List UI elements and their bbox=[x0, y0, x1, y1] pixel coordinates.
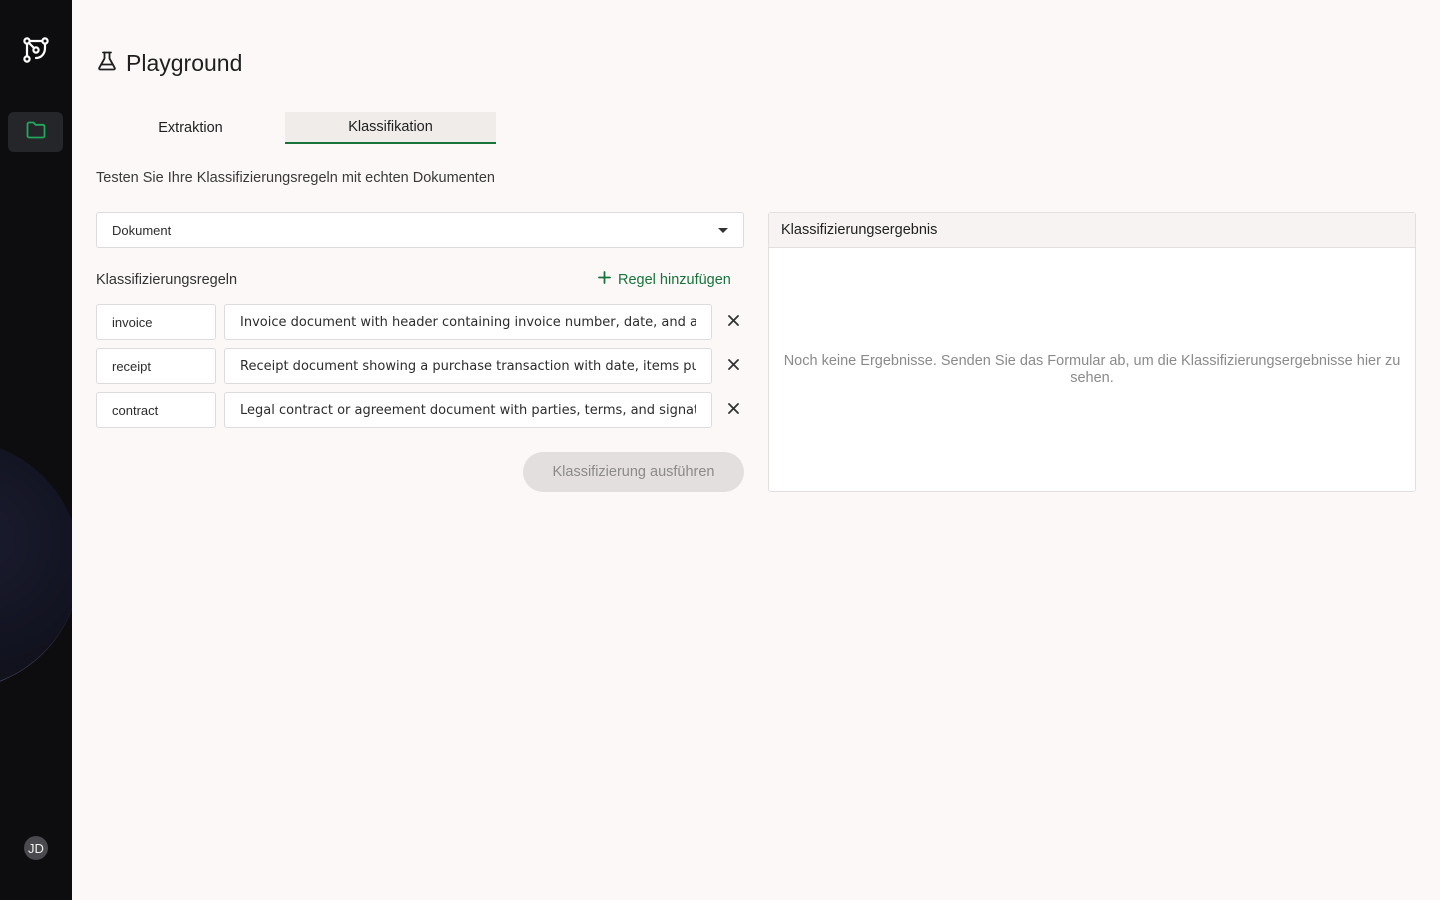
rules-label: Klassifizierungsregeln bbox=[96, 272, 238, 288]
sidebar: JD bbox=[0, 0, 72, 900]
add-rule-button[interactable]: Regel hinzufügen bbox=[598, 271, 731, 288]
remove-rule-button[interactable] bbox=[724, 357, 742, 375]
remove-rule-button[interactable] bbox=[724, 401, 742, 419]
rule-row: invoice Invoice document with header con… bbox=[96, 304, 756, 340]
close-icon bbox=[727, 401, 739, 419]
avatar[interactable]: JD bbox=[24, 836, 48, 860]
page-title: Playground bbox=[96, 50, 242, 77]
result-panel-title: Klassifizierungsergebnis bbox=[769, 213, 1415, 248]
rule-name-input[interactable]: contract bbox=[96, 392, 216, 428]
add-rule-label: Regel hinzufügen bbox=[618, 271, 731, 288]
result-panel: Klassifizierungsergebnis Noch keine Erge… bbox=[768, 212, 1416, 492]
tab-bar: Extraktion Klassifikation bbox=[96, 112, 496, 144]
rule-row: receipt Receipt document showing a purch… bbox=[96, 348, 756, 384]
rule-name-input[interactable]: invoice bbox=[96, 304, 216, 340]
folder-icon bbox=[26, 121, 46, 144]
sidebar-item-playground[interactable] bbox=[8, 112, 63, 152]
rule-row: contract Legal contract or agreement doc… bbox=[96, 392, 756, 428]
rule-description-input[interactable]: Invoice document with header containing … bbox=[224, 304, 712, 340]
flask-icon bbox=[96, 50, 118, 77]
document-select-value: Dokument bbox=[112, 222, 172, 238]
workflow-logo-icon[interactable] bbox=[22, 36, 50, 64]
rule-description-input[interactable]: Receipt document showing a purchase tran… bbox=[224, 348, 712, 384]
page-title-text: Playground bbox=[126, 50, 243, 76]
main-content: Playground Extraktion Klassifikation Tes… bbox=[72, 0, 1440, 900]
sidebar-background-glow bbox=[0, 440, 72, 690]
rule-description-text: Receipt document showing a purchase tran… bbox=[240, 358, 696, 374]
caret-down-icon bbox=[718, 227, 728, 233]
run-classification-button[interactable]: Klassifizierung ausführen bbox=[523, 452, 744, 492]
close-icon bbox=[727, 313, 739, 331]
page-subtitle: Testen Sie Ihre Klassifizierungsregeln m… bbox=[96, 170, 495, 186]
rule-description-text: Invoice document with header containing … bbox=[240, 314, 696, 330]
rule-description-text: Legal contract or agreement document wit… bbox=[240, 402, 696, 418]
close-icon bbox=[727, 357, 739, 375]
remove-rule-button[interactable] bbox=[724, 313, 742, 331]
tab-extraktion[interactable]: Extraktion bbox=[96, 112, 285, 144]
document-select[interactable]: Dokument bbox=[96, 212, 744, 248]
rule-description-input[interactable]: Legal contract or agreement document wit… bbox=[224, 392, 712, 428]
rule-name-input[interactable]: receipt bbox=[96, 348, 216, 384]
tab-klassifikation[interactable]: Klassifikation bbox=[285, 112, 496, 144]
plus-icon bbox=[598, 271, 611, 288]
result-empty-message: Noch keine Ergebnisse. Senden Sie das Fo… bbox=[783, 353, 1401, 386]
